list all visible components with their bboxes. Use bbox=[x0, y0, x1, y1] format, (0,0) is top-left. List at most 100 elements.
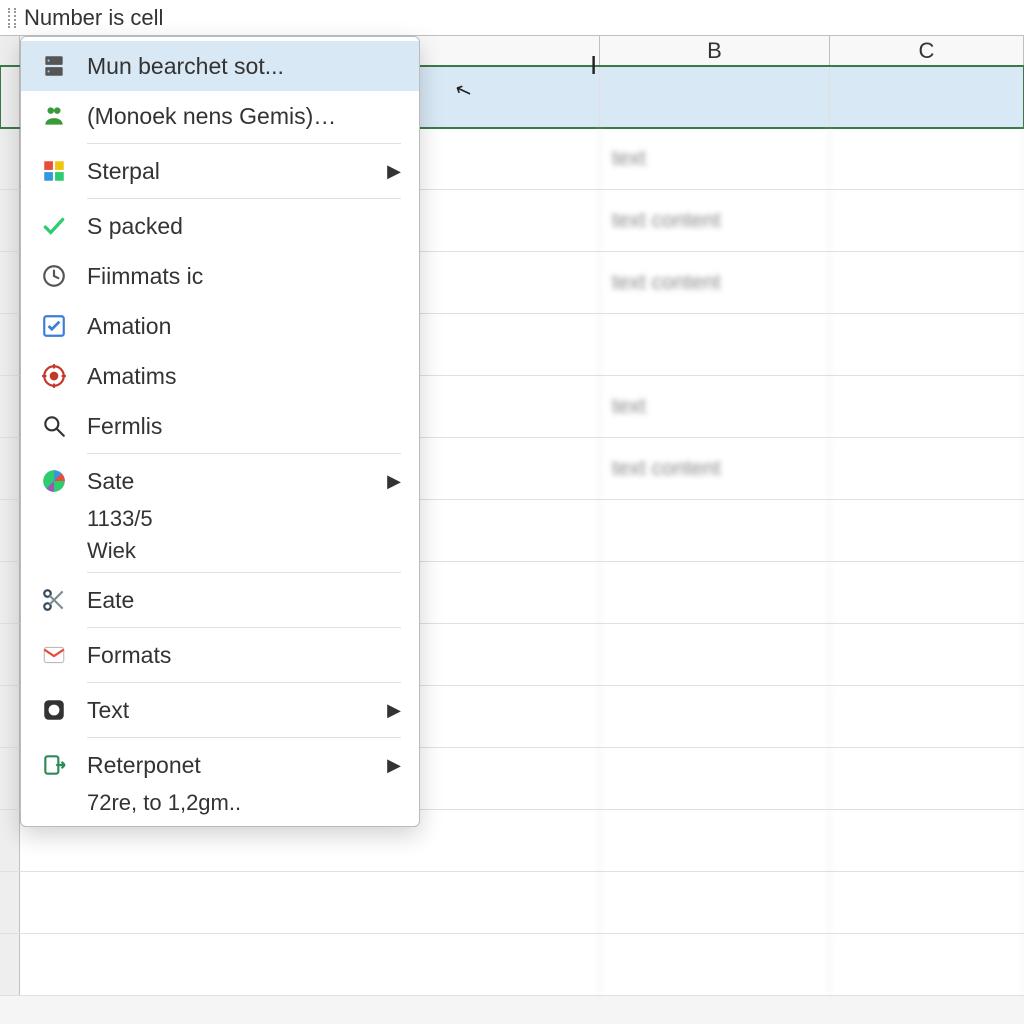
cell[interactable] bbox=[830, 314, 1024, 375]
submenu-arrow-icon: ▶ bbox=[387, 700, 401, 721]
menu-item-label: Mun bearchet sot... bbox=[87, 53, 401, 80]
menu-item-mun-bearchet-sot[interactable]: Mun bearchet sot... bbox=[21, 41, 419, 91]
menu-item-sate[interactable]: Sate▶ bbox=[21, 456, 419, 506]
camera-icon bbox=[39, 695, 69, 725]
cell[interactable] bbox=[830, 376, 1024, 437]
cell[interactable] bbox=[20, 872, 600, 933]
menu-item-monoek-nens-gemis[interactable]: (Monoek nens Gemis)… bbox=[21, 91, 419, 141]
cell[interactable] bbox=[830, 500, 1024, 561]
cell[interactable] bbox=[600, 686, 830, 747]
menu-separator bbox=[87, 198, 401, 199]
menu-item-reterponet[interactable]: Reterponet▶ bbox=[21, 740, 419, 790]
menu-item-fermlis[interactable]: Fermlis bbox=[21, 401, 419, 451]
menu-separator bbox=[87, 572, 401, 573]
row-header[interactable] bbox=[0, 872, 20, 933]
cell[interactable] bbox=[600, 314, 830, 375]
cell[interactable] bbox=[600, 66, 830, 127]
cell[interactable]: text content bbox=[600, 438, 830, 499]
grid-row[interactable] bbox=[0, 934, 1024, 996]
row-header[interactable] bbox=[0, 376, 20, 437]
row-header[interactable] bbox=[0, 128, 20, 189]
formula-bar[interactable]: Number is cell bbox=[0, 0, 1024, 36]
column-header-c[interactable]: C bbox=[830, 36, 1024, 65]
cell[interactable] bbox=[830, 252, 1024, 313]
menu-item-label: Fermlis bbox=[87, 413, 401, 440]
cell[interactable] bbox=[830, 748, 1024, 809]
row-header[interactable] bbox=[0, 252, 20, 313]
menu-item-label: Formats bbox=[87, 642, 401, 669]
grid-row[interactable] bbox=[0, 872, 1024, 934]
cell[interactable] bbox=[830, 128, 1024, 189]
column-header-b[interactable]: B bbox=[600, 36, 830, 65]
server-icon bbox=[39, 51, 69, 81]
menu-item-eate[interactable]: Eate bbox=[21, 575, 419, 625]
row-header[interactable] bbox=[0, 686, 20, 747]
menu-item-s-packed[interactable]: S packed bbox=[21, 201, 419, 251]
cell[interactable] bbox=[600, 872, 830, 933]
row-header[interactable] bbox=[0, 934, 20, 995]
checkbox-icon bbox=[39, 311, 69, 341]
cell[interactable] bbox=[830, 190, 1024, 251]
menu-item-amation[interactable]: Amation bbox=[21, 301, 419, 351]
row-header[interactable] bbox=[0, 500, 20, 561]
menu-item-formats[interactable]: Formats bbox=[21, 630, 419, 680]
context-menu: Mun bearchet sot... (Monoek nens Gemis)… S… bbox=[20, 36, 420, 827]
cell[interactable] bbox=[600, 810, 830, 871]
cell[interactable] bbox=[20, 934, 600, 995]
cell[interactable]: text bbox=[600, 376, 830, 437]
menu-item-label: Sterpal bbox=[87, 158, 401, 185]
clock-icon bbox=[39, 261, 69, 291]
row-header[interactable] bbox=[0, 624, 20, 685]
row-header[interactable] bbox=[0, 190, 20, 251]
cell[interactable] bbox=[600, 748, 830, 809]
submenu-arrow-icon: ▶ bbox=[387, 471, 401, 492]
row-header[interactable] bbox=[0, 66, 20, 127]
menu-separator bbox=[87, 737, 401, 738]
menu-separator bbox=[87, 143, 401, 144]
cell[interactable] bbox=[830, 624, 1024, 685]
menu-subtext: Wiek bbox=[21, 538, 419, 570]
cell[interactable] bbox=[600, 934, 830, 995]
export-icon bbox=[39, 750, 69, 780]
menu-item-amatims[interactable]: Amatims bbox=[21, 351, 419, 401]
cell[interactable] bbox=[830, 934, 1024, 995]
cell[interactable] bbox=[600, 500, 830, 561]
cell[interactable] bbox=[830, 872, 1024, 933]
cell[interactable] bbox=[600, 624, 830, 685]
cell[interactable] bbox=[830, 810, 1024, 871]
row-header[interactable] bbox=[0, 810, 20, 871]
menu-item-sterpal[interactable]: Sterpal▶ bbox=[21, 146, 419, 196]
cell[interactable]: text bbox=[600, 128, 830, 189]
cell[interactable]: text content bbox=[600, 190, 830, 251]
cell[interactable] bbox=[830, 562, 1024, 623]
menu-item-label: S packed bbox=[87, 213, 401, 240]
menu-item-text[interactable]: Text▶ bbox=[21, 685, 419, 735]
palette-icon bbox=[39, 156, 69, 186]
menu-item-label: Fiimmats ic bbox=[87, 263, 401, 290]
row-header[interactable] bbox=[0, 438, 20, 499]
menu-separator bbox=[87, 682, 401, 683]
row-header[interactable] bbox=[0, 314, 20, 375]
row-header[interactable] bbox=[0, 748, 20, 809]
formula-bar-handle bbox=[8, 8, 16, 28]
cell[interactable] bbox=[830, 686, 1024, 747]
pie-icon bbox=[39, 466, 69, 496]
cell[interactable] bbox=[830, 66, 1024, 127]
menu-item-fiimmats-ic[interactable]: Fiimmats ic bbox=[21, 251, 419, 301]
submenu-arrow-icon: ▶ bbox=[387, 161, 401, 182]
people-green-icon bbox=[39, 101, 69, 131]
row-header[interactable] bbox=[0, 562, 20, 623]
cell[interactable]: text content bbox=[600, 252, 830, 313]
cell[interactable] bbox=[830, 438, 1024, 499]
text-cursor-icon: I bbox=[590, 50, 597, 81]
menu-subtext: 72re, to 1,2gm.. bbox=[21, 790, 419, 822]
select-all-corner[interactable] bbox=[0, 36, 20, 65]
submenu-arrow-icon: ▶ bbox=[387, 755, 401, 776]
cell[interactable] bbox=[600, 562, 830, 623]
menu-item-label: Sate bbox=[87, 468, 401, 495]
menu-item-label: Reterponet bbox=[87, 752, 401, 779]
formula-bar-text: Number is cell bbox=[24, 5, 163, 31]
menu-separator bbox=[87, 627, 401, 628]
menu-item-label: (Monoek nens Gemis)… bbox=[87, 103, 401, 130]
menu-separator bbox=[87, 453, 401, 454]
